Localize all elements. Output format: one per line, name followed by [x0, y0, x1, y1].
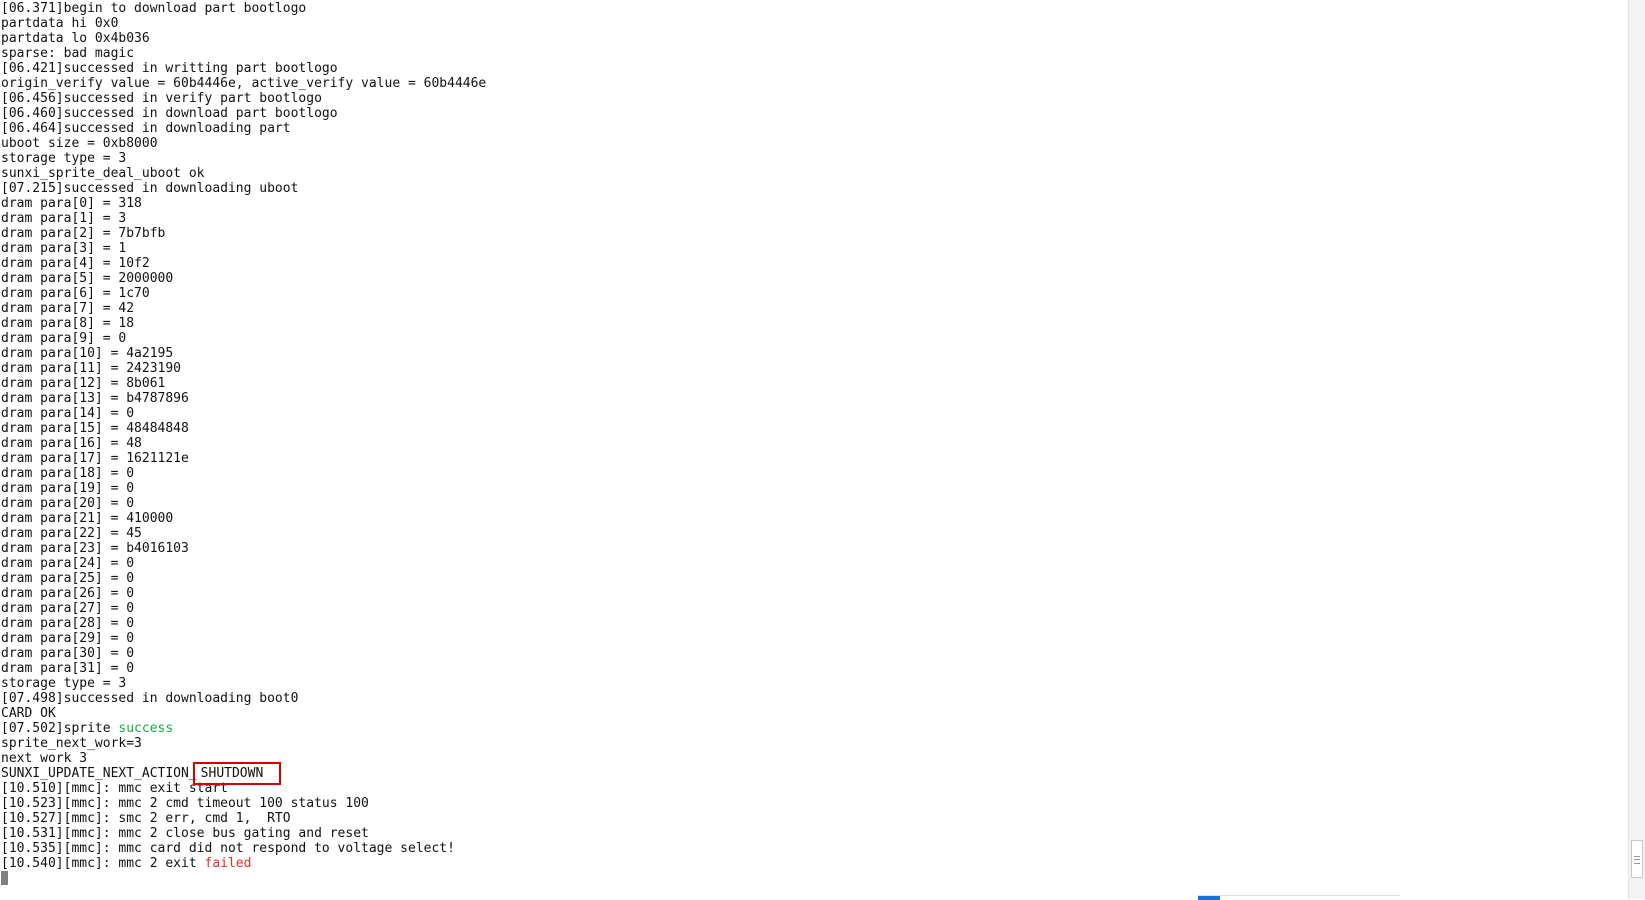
- log-line: partdata hi 0x0: [1, 16, 119, 31]
- dram-para-line: dram para[6] = 1c70: [1, 286, 150, 301]
- taskbar-preview: [1198, 895, 1400, 900]
- dram-para-line: dram para[11] = 2423190: [1, 361, 182, 376]
- dram-para-line: dram para[14] = 0: [1, 406, 135, 421]
- log-line: [07.215]successed in downloading uboot: [1, 181, 299, 196]
- log-line: [10.535][mmc]: mmc card did not respond …: [1, 841, 455, 856]
- dram-para-line: dram para[18] = 0: [1, 466, 135, 481]
- dram-para-line: dram para[1] = 3: [1, 211, 127, 226]
- log-line: [06.421]successed in writting part bootl…: [1, 61, 338, 76]
- log-line: uboot size = 0xb8000: [1, 136, 158, 151]
- vertical-scrollbar[interactable]: [1628, 0, 1645, 899]
- grip-icon: [1634, 856, 1640, 864]
- dram-para-line: dram para[19] = 0: [1, 481, 135, 496]
- log-line: sunxi_sprite_deal_uboot ok: [1, 166, 205, 181]
- log-line: CARD OK: [1, 706, 56, 721]
- dram-para-line: dram para[31] = 0: [1, 661, 135, 676]
- dram-para-line: dram para[20] = 0: [1, 496, 135, 511]
- log-line: origin_verify value = 60b4446e, active_v…: [1, 76, 487, 91]
- log-line: [06.464]successed in downloading part: [1, 121, 291, 136]
- dram-para-line: dram para[23] = b4016103: [1, 541, 189, 556]
- highlighted-shutdown-action: SHUTDOWN: [192, 762, 282, 785]
- dram-para-line: dram para[27] = 0: [1, 601, 135, 616]
- dram-para-line: dram para[26] = 0: [1, 586, 135, 601]
- log-text: [10.540][mmc]: mmc 2 exit: [1, 856, 205, 871]
- dram-para-line: dram para[12] = 8b061: [1, 376, 166, 391]
- dram-para-line: dram para[2] = 7b7bfb: [1, 226, 166, 241]
- terminal-window[interactable]: [06.371]begin to download part bootlogo …: [0, 0, 1628, 899]
- dram-para-line: dram para[4] = 10f2: [1, 256, 150, 271]
- dram-para-line: dram para[15] = 48484848: [1, 421, 189, 436]
- success-status: success: [118, 721, 174, 736]
- prompt-line[interactable]: [1, 871, 486, 886]
- failed-status: failed: [204, 856, 252, 871]
- dram-para-line: dram para[0] = 318: [1, 196, 142, 211]
- log-line: [10.523][mmc]: mmc 2 cmd timeout 100 sta…: [1, 796, 369, 811]
- dram-para-line: dram para[30] = 0: [1, 646, 135, 661]
- dram-para-line: dram para[22] = 45: [1, 526, 142, 541]
- log-text: [07.502]sprite: [1, 721, 119, 736]
- scrollbar-thumb[interactable]: [1631, 840, 1643, 878]
- log-line: SUNXI_UPDATE_NEXT_ACTION_ SHUTDOWN: [1, 762, 486, 785]
- dram-para-line: dram para[7] = 42: [1, 301, 135, 316]
- log-line: [06.371]begin to download part bootlogo: [1, 1, 307, 16]
- dram-para-line: dram para[17] = 1621121e: [1, 451, 189, 466]
- log-text: SUNXI_UPDATE_NEXT_ACTION_: [1, 766, 197, 781]
- text-cursor: [1, 871, 8, 885]
- log-line: [10.510][mmc]: mmc exit start: [1, 781, 228, 796]
- dram-para-line: dram para[21] = 410000: [1, 511, 174, 526]
- dram-para-line: dram para[5] = 2000000: [1, 271, 174, 286]
- log-line: [10.531][mmc]: mmc 2 close bus gating an…: [1, 826, 369, 841]
- dram-para-line: dram para[10] = 4a2195: [1, 346, 174, 361]
- taskbar-accent: [1198, 896, 1220, 900]
- dram-para-line: dram para[8] = 18: [1, 316, 135, 331]
- dram-para-line: dram para[16] = 48: [1, 436, 142, 451]
- log-line: [10.527][mmc]: smc 2 err, cmd 1, RTO: [1, 811, 291, 826]
- log-line: storage type = 3: [1, 151, 127, 166]
- dram-para-line: dram para[29] = 0: [1, 631, 135, 646]
- log-line: sprite_next_work=3: [1, 736, 142, 751]
- log-output: [06.371]begin to download part bootlogo …: [1, 1, 486, 886]
- log-line: [06.460]successed in download part bootl…: [1, 106, 338, 121]
- log-line: next work 3: [1, 751, 88, 766]
- dram-para-line: dram para[3] = 1: [1, 241, 127, 256]
- log-line: [07.502]sprite success: [1, 721, 486, 736]
- log-line: [10.540][mmc]: mmc 2 exit failed: [1, 856, 486, 871]
- log-line: sparse: bad magic: [1, 46, 135, 61]
- dram-para-line: dram para[24] = 0: [1, 556, 135, 571]
- log-line: [06.456]successed in verify part bootlog…: [1, 91, 322, 106]
- dram-para-line: dram para[25] = 0: [1, 571, 135, 586]
- dram-para-line: dram para[13] = b4787896: [1, 391, 189, 406]
- log-line: storage type = 3: [1, 676, 127, 691]
- log-line: partdata lo 0x4b036: [1, 31, 150, 46]
- dram-para-line: dram para[9] = 0: [1, 331, 127, 346]
- dram-para-line: dram para[28] = 0: [1, 616, 135, 631]
- log-line: [07.498]successed in downloading boot0: [1, 691, 299, 706]
